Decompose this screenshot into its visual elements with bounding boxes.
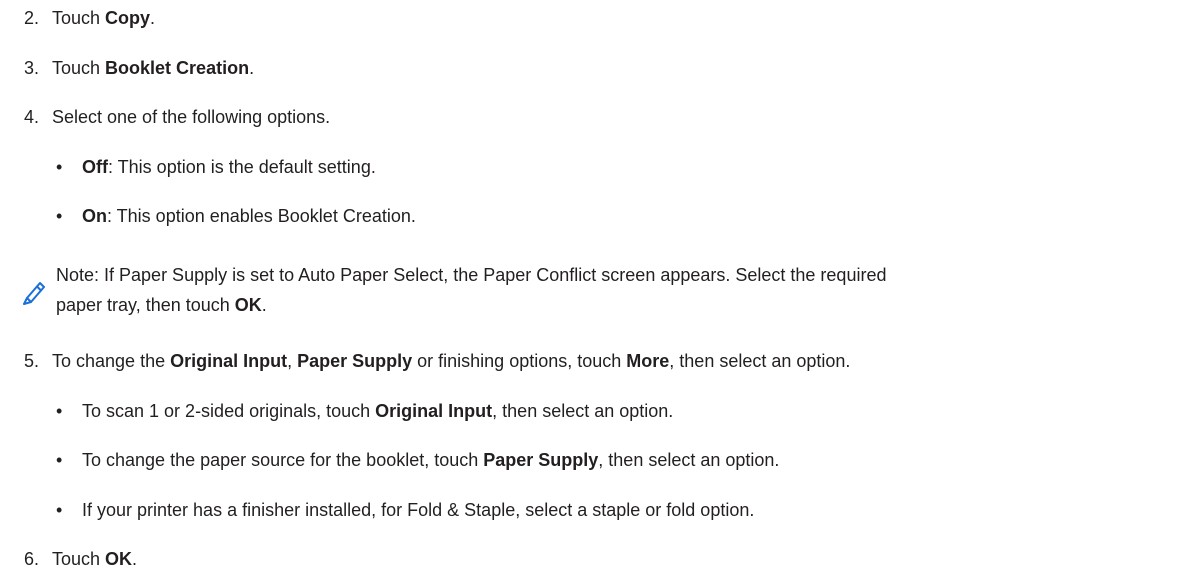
step-bold-more: More [626, 351, 670, 371]
note-line-2: paper tray, then touch OK. [56, 294, 267, 316]
pencil-icon [20, 277, 46, 305]
step-bold-copy: Copy [105, 8, 151, 28]
option-text: On: This option enables Booklet Creation… [82, 205, 416, 227]
option-text: If your printer has a finisher installed… [82, 500, 755, 520]
step-bold-ok: OK [105, 549, 133, 569]
option-text: Off: This option is the default setting. [82, 156, 376, 178]
step-number: 3. [24, 58, 40, 78]
option-text-pre: To change the paper source for the bookl… [82, 450, 484, 470]
bullet-icon: • [56, 157, 63, 177]
step-text-post: , then select an option. [669, 351, 851, 371]
option-description: : This option is the default setting. [108, 157, 376, 177]
step-bold-original-input: Original Input [170, 351, 288, 371]
step-text-mid: , [287, 351, 298, 371]
bullet-icon: • [56, 500, 63, 520]
step-text: To change the Original Input, Paper Supp… [52, 350, 850, 372]
step-number: 4. [24, 107, 40, 127]
option-bold: Original Input [375, 401, 493, 421]
option-bold: On [82, 206, 107, 226]
step-text: Touch Booklet Creation. [52, 57, 254, 79]
step-text-post: . [249, 58, 255, 78]
step-text: Select one of the following options. [52, 107, 331, 127]
step-text: Touch OK. [52, 548, 137, 570]
step-text-mid: or finishing options, touch [412, 351, 627, 371]
step-bold-paper-supply: Paper Supply [297, 351, 413, 371]
option-description: : This option enables Booklet Creation. [107, 206, 416, 226]
option-text: To scan 1 or 2-sided originals, touch Or… [82, 400, 673, 422]
option-bold: Off [82, 157, 108, 177]
note-text-pre: paper tray, then touch [56, 295, 235, 315]
option-bold: Paper Supply [483, 450, 599, 470]
step-bold-booklet-creation: Booklet Creation [105, 58, 250, 78]
option-text-post: , then select an option. [598, 450, 780, 470]
bullet-icon: • [56, 401, 63, 421]
step-text-pre: Touch [52, 58, 106, 78]
option-text-post: , then select an option. [492, 401, 674, 421]
note-text-post: . [261, 295, 267, 315]
step-number: 6. [24, 549, 40, 569]
step-number: 5. [24, 351, 40, 371]
note-bold-ok: OK [234, 295, 262, 315]
step-text-pre: To change the [52, 351, 171, 371]
note-line-1: Note: If Paper Supply is set to Auto Pap… [56, 265, 887, 285]
step-number: 2. [24, 8, 40, 28]
bullet-icon: • [56, 206, 63, 226]
step-text-pre: Touch [52, 549, 106, 569]
option-text-pre: To scan 1 or 2-sided originals, touch [82, 401, 376, 421]
step-text-post: . [132, 549, 138, 569]
step-text: Touch Copy. [52, 7, 155, 29]
step-text-pre: Touch [52, 8, 106, 28]
option-text: To change the paper source for the bookl… [82, 449, 779, 471]
step-text-post: . [150, 8, 156, 28]
bullet-icon: • [56, 450, 63, 470]
